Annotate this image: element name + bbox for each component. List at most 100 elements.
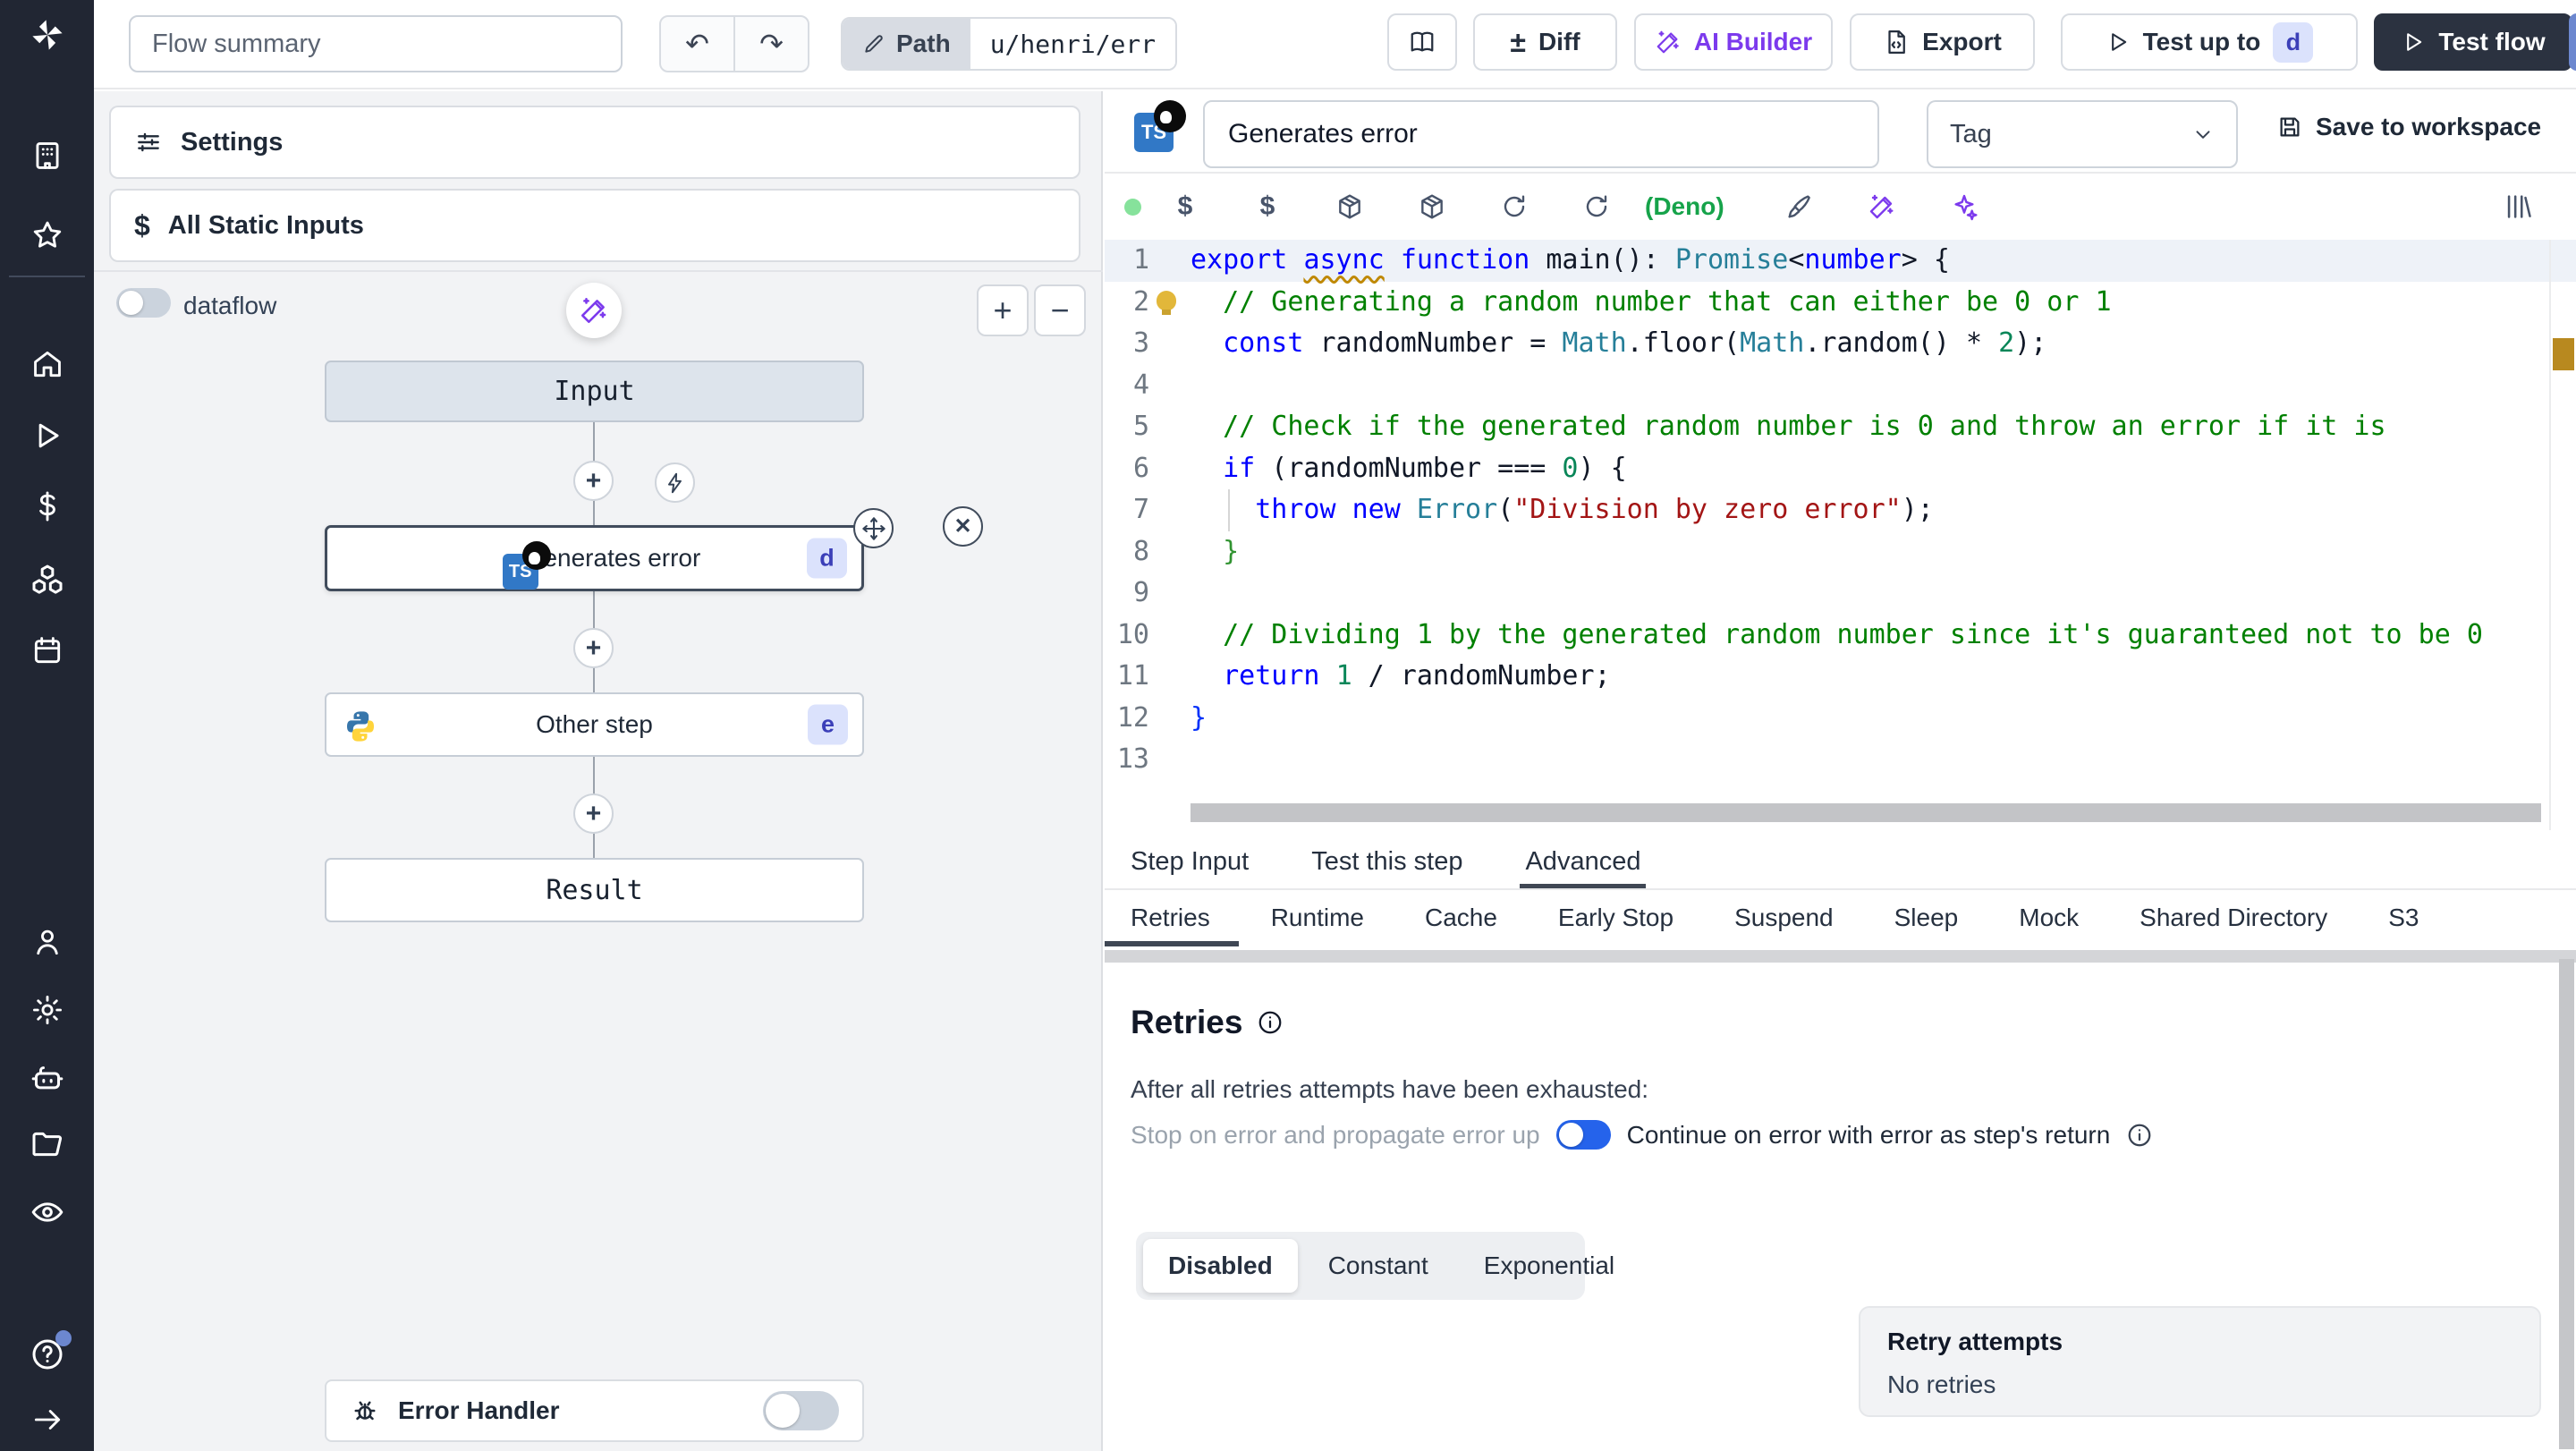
subtab-early-stop[interactable]: Early Stop bbox=[1558, 895, 1674, 946]
cutoff-button[interactable] bbox=[2569, 13, 2576, 71]
diff-button[interactable]: ± Diff bbox=[1473, 13, 1617, 71]
code-line-2[interactable]: 2 // Generating a random number that can… bbox=[1105, 282, 2576, 324]
error-handler-toggle[interactable] bbox=[763, 1391, 839, 1430]
library-icon[interactable] bbox=[2503, 191, 2533, 222]
code-line-11[interactable]: 11 return 1 / randomNumber; bbox=[1105, 656, 2576, 698]
variable-picker-button[interactable]: $ bbox=[1144, 191, 1226, 222]
code-editor[interactable]: 1 export async function main(): Promise<n… bbox=[1105, 240, 2576, 830]
delete-step-button[interactable]: ✕ bbox=[943, 506, 983, 547]
runs-play-icon[interactable] bbox=[29, 417, 66, 454]
home-icon[interactable] bbox=[29, 345, 66, 383]
code-line-3[interactable]: 3 const randomNumber = Math.floor(Math.r… bbox=[1105, 323, 2576, 365]
save-to-workspace-button[interactable]: Save to workspace bbox=[2276, 113, 2541, 141]
editor-overview-ruler bbox=[2549, 240, 2576, 830]
code-line-12[interactable]: 12} bbox=[1105, 698, 2576, 740]
subtab-mock[interactable]: Mock bbox=[2019, 895, 2079, 946]
step2-label: Other step bbox=[536, 710, 653, 738]
variables-dollar-icon[interactable] bbox=[29, 488, 66, 525]
code-line-6[interactable]: 6 if (randomNumber === 0) { bbox=[1105, 448, 2576, 490]
zoom-in-button[interactable]: + bbox=[977, 284, 1029, 336]
users-person-icon[interactable] bbox=[29, 923, 66, 961]
export-button[interactable]: Export bbox=[1850, 13, 2035, 71]
folders-icon[interactable] bbox=[29, 1125, 66, 1163]
retry-mode-exponential[interactable]: Exponential bbox=[1459, 1239, 1640, 1293]
resource-picker-button[interactable]: $ bbox=[1226, 191, 1309, 222]
ai-wand-icon[interactable] bbox=[1841, 192, 1923, 221]
step-name-input[interactable] bbox=[1203, 100, 1879, 168]
subtab-suspend[interactable]: Suspend bbox=[1734, 895, 1834, 946]
undo-button[interactable]: ↶ bbox=[661, 17, 735, 71]
code-line-5[interactable]: 5 // Check if the generated random numbe… bbox=[1105, 406, 2576, 448]
tag-select[interactable]: Tag bbox=[1927, 100, 2238, 168]
gutter bbox=[1149, 656, 1191, 698]
code-line-10[interactable]: 10 // Dividing 1 by the generated random… bbox=[1105, 615, 2576, 657]
code-line-4[interactable]: 4 bbox=[1105, 365, 2576, 407]
schedules-calendar-icon[interactable] bbox=[29, 632, 66, 669]
continue-on-error-option[interactable]: Continue on error with error as step's r… bbox=[1627, 1121, 2111, 1150]
trigger-bolt-button[interactable] bbox=[655, 462, 695, 503]
move-step-button[interactable] bbox=[853, 508, 894, 548]
add-step-button[interactable]: + bbox=[573, 628, 614, 668]
reload-icon[interactable] bbox=[1555, 192, 1638, 221]
reload-icon[interactable] bbox=[1473, 192, 1555, 221]
flow-input-node[interactable]: Input bbox=[325, 361, 864, 422]
code-line-9[interactable]: 9 bbox=[1105, 573, 2576, 615]
subtab-s3[interactable]: S3 bbox=[2388, 895, 2419, 946]
code-line-1[interactable]: 1 export async function main(): Promise<n… bbox=[1105, 240, 2576, 282]
add-step-button[interactable]: + bbox=[573, 793, 614, 834]
subtab-cache[interactable]: Cache bbox=[1425, 895, 1497, 946]
line-number: 9 bbox=[1132, 577, 1149, 608]
help-icon[interactable] bbox=[29, 1330, 72, 1373]
tab-step-input[interactable]: Step Input bbox=[1131, 836, 1249, 888]
subtab-sleep[interactable]: Sleep bbox=[1894, 895, 1959, 946]
all-static-inputs-button[interactable]: $ All Static Inputs bbox=[109, 189, 1080, 262]
package-icon[interactable] bbox=[1309, 192, 1391, 221]
lightbulb-icon[interactable] bbox=[1157, 290, 1176, 315]
workers-robot-icon[interactable] bbox=[29, 1059, 66, 1097]
info-icon[interactable] bbox=[2126, 1122, 2153, 1149]
step-node-other-step[interactable]: Other step e bbox=[325, 692, 864, 757]
redo-button[interactable]: ↷ bbox=[735, 17, 808, 71]
add-step-button[interactable]: + bbox=[573, 461, 614, 501]
retry-mode-disabled[interactable]: Disabled bbox=[1143, 1239, 1298, 1293]
audit-eye-icon[interactable] bbox=[29, 1193, 66, 1231]
path-button[interactable]: Path u/henri/err bbox=[841, 17, 1178, 71]
flow-summary-input[interactable] bbox=[129, 15, 623, 72]
expand-sidebar-arrow-icon[interactable] bbox=[29, 1401, 66, 1438]
flow-settings-button[interactable]: Settings bbox=[109, 106, 1080, 179]
ai-flow-wand-button[interactable] bbox=[566, 283, 622, 338]
subtab-retries[interactable]: Retries bbox=[1131, 895, 1210, 946]
subtabs-scrollbar[interactable] bbox=[1105, 950, 2576, 963]
subtab-runtime[interactable]: Runtime bbox=[1271, 895, 1364, 946]
continue-on-error-toggle[interactable] bbox=[1555, 1120, 1611, 1150]
code-line-7[interactable]: 7 throw new Error("Division by zero erro… bbox=[1105, 489, 2576, 531]
workspace-icon[interactable] bbox=[29, 137, 66, 174]
format-brush-icon[interactable] bbox=[1758, 192, 1841, 221]
editor-horizontal-scrollbar[interactable] bbox=[1191, 803, 2541, 822]
favorites-star-icon[interactable] bbox=[29, 216, 66, 254]
plus-minus-icon: ± bbox=[1510, 25, 1526, 58]
dataflow-toggle[interactable] bbox=[116, 288, 171, 318]
package-icon[interactable] bbox=[1391, 192, 1473, 221]
test-flow-button[interactable]: Test flow bbox=[2374, 13, 2572, 71]
retry-mode-constant[interactable]: Constant bbox=[1303, 1239, 1453, 1293]
tab-advanced[interactable]: Advanced bbox=[1520, 836, 1647, 888]
step-node-generates-error[interactable]: TS Generates error d ✕ bbox=[325, 506, 983, 591]
test-up-to-button[interactable]: Test up to d bbox=[2061, 13, 2358, 71]
ai-sparkles-icon[interactable] bbox=[1923, 192, 2005, 221]
zoom-out-button[interactable]: − bbox=[1034, 284, 1086, 336]
flow-result-node[interactable]: Result bbox=[325, 858, 864, 922]
ai-builder-button[interactable]: AI Builder bbox=[1634, 13, 1833, 71]
settings-gear-icon[interactable] bbox=[29, 991, 66, 1029]
docs-book-button[interactable] bbox=[1387, 13, 1457, 71]
code-line-8[interactable]: 8 } bbox=[1105, 531, 2576, 573]
tab-test-this-step[interactable]: Test this step bbox=[1311, 836, 1462, 888]
error-handler-card[interactable]: Error Handler bbox=[325, 1379, 864, 1442]
code-line-13[interactable]: 13 bbox=[1105, 739, 2576, 781]
windmill-logo[interactable] bbox=[29, 16, 66, 54]
resources-cubes-icon[interactable] bbox=[29, 561, 66, 598]
panel-vertical-scrollbar[interactable] bbox=[2559, 959, 2574, 1449]
stop-on-error-option[interactable]: Stop on error and propagate error up bbox=[1131, 1121, 1540, 1150]
subtab-shared-directory[interactable]: Shared Directory bbox=[2140, 895, 2327, 946]
info-icon[interactable] bbox=[1257, 1009, 1284, 1036]
